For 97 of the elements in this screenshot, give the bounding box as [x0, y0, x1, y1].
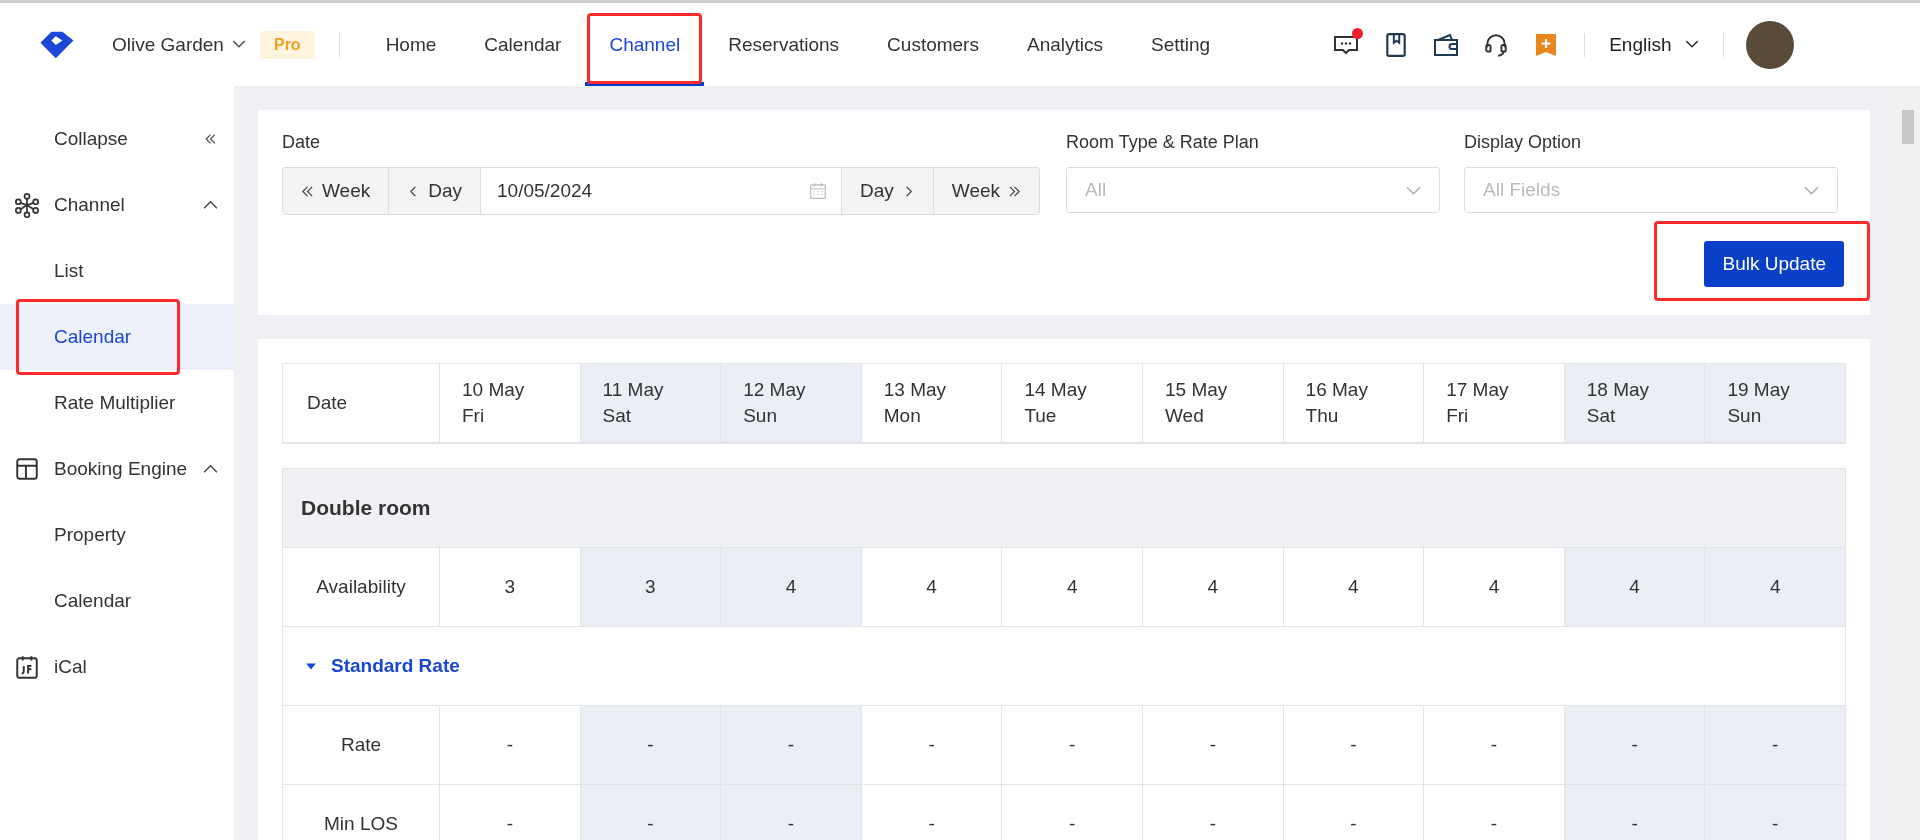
weekday-text: Sat [1586, 405, 1616, 427]
previous-week-button[interactable]: Week [283, 168, 390, 214]
table-cell: 4 [1563, 548, 1705, 626]
group-label: Booking Engine [54, 458, 189, 480]
table-cell: - [1001, 706, 1142, 784]
table-cell: - [860, 785, 1002, 840]
weekday-text: Mon [883, 405, 921, 427]
table-cell: 4 [1282, 548, 1424, 626]
sidebar-group[interactable]: Channel [0, 172, 234, 238]
rate-plan-toggle[interactable]: Standard Rate [305, 655, 460, 677]
double-chevron-left-icon [301, 184, 314, 198]
nodes-icon [14, 192, 40, 218]
double-chevron-right-icon [1008, 184, 1022, 198]
date-text: 16 May [1305, 379, 1368, 401]
table-cell: 4 [860, 548, 1002, 626]
table-cell: - [1282, 706, 1424, 784]
bulk-update-button[interactable]: Bulk Update [1704, 241, 1844, 287]
next-day-button[interactable]: Day [842, 168, 934, 214]
chevron-down-icon [1406, 185, 1422, 195]
sidebar-item[interactable]: Rate Multiplier [0, 370, 234, 436]
table-cell: - [1001, 785, 1142, 840]
table-cell: - [1142, 785, 1283, 840]
row-label: Rate [339, 733, 383, 757]
weekday-text: Fri [1446, 405, 1469, 427]
weekday-text: Thu [1305, 405, 1339, 427]
table-cell: 4 [1704, 548, 1845, 626]
date-text: 17 May [1446, 379, 1509, 401]
table-cell: - [1563, 706, 1705, 784]
date-text: 18 May [1586, 379, 1650, 401]
date-text: 13 May [883, 379, 947, 401]
table-cell: - [1282, 785, 1424, 840]
group-label: Channel [54, 194, 126, 216]
table-cell: 4 [720, 548, 861, 626]
table-cell: - [720, 785, 861, 840]
field-label: Date [282, 132, 322, 153]
table-cell: - [1563, 785, 1705, 840]
date-text: 11 May [602, 379, 664, 401]
table-cell: 4 [1142, 548, 1283, 626]
property-selector[interactable]: Olive Garden [112, 33, 246, 56]
table-cell: - [439, 785, 580, 840]
table-cell: - [579, 785, 721, 840]
weekday-text: Tue [1024, 405, 1057, 427]
nav-tab[interactable]: Analytics [1002, 3, 1127, 86]
weekday-text: Sun [1727, 405, 1762, 427]
double-chevron-left-icon [203, 133, 218, 145]
weekday-text: Wed [1165, 405, 1204, 427]
nav-tab[interactable]: Calendar [460, 3, 586, 86]
table-cell: - [1704, 785, 1845, 840]
table-cell: 4 [1423, 548, 1564, 626]
group-label: iCal [54, 656, 88, 678]
date-text: 15 May [1165, 379, 1228, 401]
nav-tab[interactable]: Setting [1127, 3, 1235, 86]
field-label: Display Option [1464, 132, 1583, 153]
date-text: 14 May [1024, 379, 1087, 401]
table-cell: - [1142, 706, 1283, 784]
weekday-text: Fri [462, 405, 485, 427]
nav-tab[interactable]: Reservations [704, 3, 864, 86]
sidebar-group[interactable]: Booking Engine [0, 436, 234, 502]
row-label: Availability [315, 575, 407, 599]
row-label: Min LOS [323, 812, 399, 836]
date-text: 19 May [1727, 379, 1790, 401]
weekday-text: Sat [602, 405, 632, 427]
table-cell: - [1704, 706, 1845, 784]
table-cell: - [1423, 706, 1564, 784]
column-header: Date [306, 391, 349, 415]
language-selector[interactable]: English [1607, 33, 1700, 56]
previous-day-button[interactable]: Day [389, 168, 482, 214]
date-text: 10 May [462, 379, 525, 401]
nav-tab[interactable]: Home [361, 3, 461, 86]
date-text: 12 May [743, 379, 806, 401]
weekday-text: Sun [743, 405, 777, 427]
table-cell: 3 [439, 548, 580, 626]
table-cell: 4 [1001, 548, 1142, 626]
sidebar-group[interactable]: iCal [0, 634, 234, 700]
chevron-down-icon [1685, 40, 1700, 49]
field-label: Room Type & Rate Plan [1066, 132, 1260, 153]
table-cell: - [860, 706, 1002, 784]
sidebar-item[interactable]: List [0, 238, 234, 304]
room-type-header: Double room [283, 469, 1845, 547]
calendar-icon [809, 182, 828, 200]
table-cell: - [720, 706, 861, 784]
table-cell: - [1423, 785, 1564, 840]
wallet-icon[interactable] [1432, 31, 1461, 58]
plan-badge: Pro [259, 30, 315, 59]
table-cell: - [579, 706, 721, 784]
chevron-down-icon [1804, 185, 1820, 195]
sidebar-item[interactable]: Property [0, 502, 234, 568]
sidebar-item[interactable]: Calendar [0, 568, 234, 634]
collapse-button[interactable]: Collapse [0, 106, 234, 172]
table-cell: - [439, 706, 580, 784]
calendar-icon [14, 654, 40, 680]
chevron-down-icon [231, 40, 246, 49]
layout-icon [14, 456, 40, 482]
nav-tab[interactable]: Customers [863, 3, 1003, 86]
next-week-button[interactable]: Week [933, 168, 1040, 214]
scrollbar[interactable] [1896, 86, 1920, 840]
table-cell: 3 [579, 548, 721, 626]
